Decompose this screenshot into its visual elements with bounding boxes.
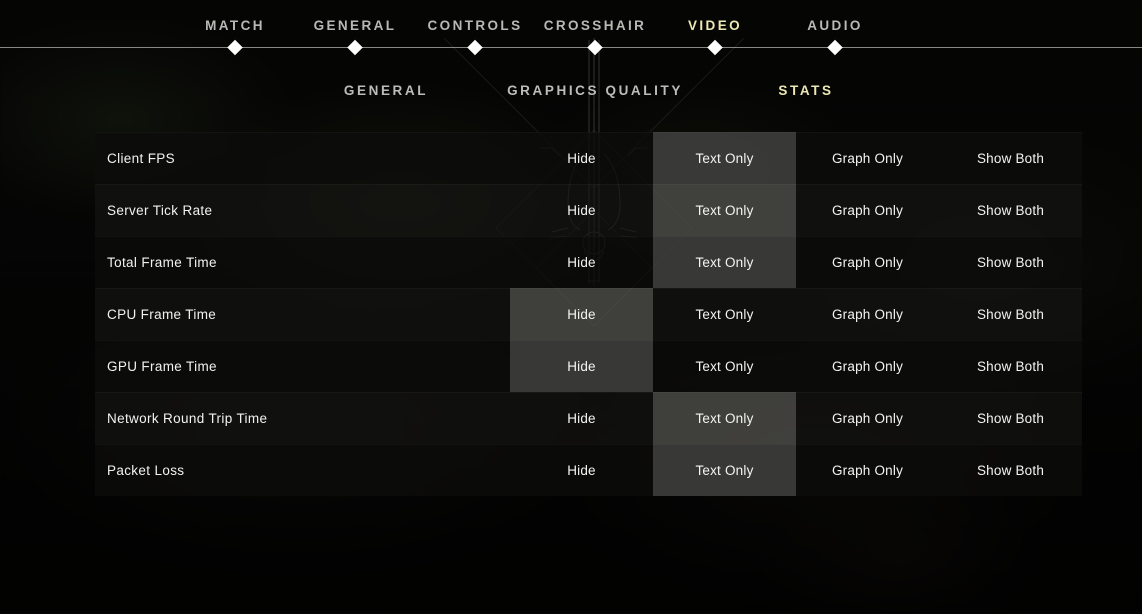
option-graph-only[interactable]: Graph Only bbox=[796, 184, 939, 236]
option-graph-only[interactable]: Graph Only bbox=[796, 132, 939, 184]
main-tab-controls[interactable]: CONTROLS bbox=[428, 18, 523, 33]
stat-row-label: Client FPS bbox=[107, 150, 176, 166]
option-hide[interactable]: Hide bbox=[510, 340, 653, 392]
sub-tab-stats[interactable]: STATS bbox=[778, 83, 833, 98]
stat-row-label: Packet Loss bbox=[107, 462, 185, 478]
option-text-only[interactable]: Text Only bbox=[653, 288, 796, 340]
settings-screen: MATCH GENERAL CONTROLS CROSSHAIR VIDEO AUDIO … bbox=[0, 0, 1142, 614]
stats-settings-table: Client FPS Hide Text Only Graph Only Show Bo… bbox=[95, 132, 1082, 496]
option-show-both[interactable]: Show Both bbox=[939, 444, 1082, 496]
main-tab-list: MATCH GENERAL CONTROLS CROSSHAIR VIDEO AUDIO bbox=[0, 0, 1142, 46]
table-row: Server Tick Rate Hide Text Only Graph Only S… bbox=[95, 184, 1082, 236]
option-hide[interactable]: Hide bbox=[510, 444, 653, 496]
option-show-both[interactable]: Show Both bbox=[939, 340, 1082, 392]
option-show-both[interactable]: Show Both bbox=[939, 184, 1082, 236]
option-text-only[interactable]: Text Only bbox=[653, 340, 796, 392]
sub-tab-bar: GENERAL GRAPHICS QUALITY STATS bbox=[0, 78, 1142, 108]
option-show-both[interactable]: Show Both bbox=[939, 392, 1082, 444]
stat-row-label: Server Tick Rate bbox=[107, 202, 213, 218]
sub-tab-graphics-quality[interactable]: GRAPHICS QUALITY bbox=[507, 83, 683, 98]
option-hide[interactable]: Hide bbox=[510, 288, 653, 340]
option-hide[interactable]: Hide bbox=[510, 132, 653, 184]
stat-row-label: Network Round Trip Time bbox=[107, 410, 268, 426]
option-graph-only[interactable]: Graph Only bbox=[796, 340, 939, 392]
option-graph-only[interactable]: Graph Only bbox=[796, 392, 939, 444]
option-text-only[interactable]: Text Only bbox=[653, 184, 796, 236]
option-graph-only[interactable]: Graph Only bbox=[796, 236, 939, 288]
option-text-only[interactable]: Text Only bbox=[653, 444, 796, 496]
option-graph-only[interactable]: Graph Only bbox=[796, 288, 939, 340]
main-tab-crosshair[interactable]: CROSSHAIR bbox=[544, 18, 647, 33]
nav-divider-line bbox=[0, 47, 1142, 48]
option-hide[interactable]: Hide bbox=[510, 392, 653, 444]
main-tab-general[interactable]: GENERAL bbox=[314, 18, 397, 33]
sub-tab-general[interactable]: GENERAL bbox=[344, 83, 428, 98]
main-tab-match[interactable]: MATCH bbox=[205, 18, 265, 33]
option-show-both[interactable]: Show Both bbox=[939, 236, 1082, 288]
table-row: Network Round Trip Time Hide Text Only Grap… bbox=[95, 392, 1082, 444]
table-row: GPU Frame Time Hide Text Only Graph Only Sho… bbox=[95, 340, 1082, 392]
option-text-only[interactable]: Text Only bbox=[653, 236, 796, 288]
table-row: Total Frame Time Hide Text Only Graph Only S… bbox=[95, 236, 1082, 288]
option-graph-only[interactable]: Graph Only bbox=[796, 444, 939, 496]
stat-row-label: CPU Frame Time bbox=[107, 306, 217, 322]
main-tab-audio[interactable]: AUDIO bbox=[807, 18, 863, 33]
option-show-both[interactable]: Show Both bbox=[939, 288, 1082, 340]
main-tab-bar: MATCH GENERAL CONTROLS CROSSHAIR VIDEO AUDIO bbox=[0, 0, 1142, 56]
option-hide[interactable]: Hide bbox=[510, 184, 653, 236]
stat-row-label: Total Frame Time bbox=[107, 254, 217, 270]
option-hide[interactable]: Hide bbox=[510, 236, 653, 288]
table-row: Packet Loss Hide Text Only Graph Only Show B… bbox=[95, 444, 1082, 496]
table-row: Client FPS Hide Text Only Graph Only Show Bo… bbox=[95, 132, 1082, 184]
option-text-only[interactable]: Text Only bbox=[653, 392, 796, 444]
table-row: CPU Frame Time Hide Text Only Graph Only Sho… bbox=[95, 288, 1082, 340]
stat-row-label: GPU Frame Time bbox=[107, 358, 217, 374]
main-tab-video[interactable]: VIDEO bbox=[688, 18, 742, 33]
option-show-both[interactable]: Show Both bbox=[939, 132, 1082, 184]
option-text-only[interactable]: Text Only bbox=[653, 132, 796, 184]
